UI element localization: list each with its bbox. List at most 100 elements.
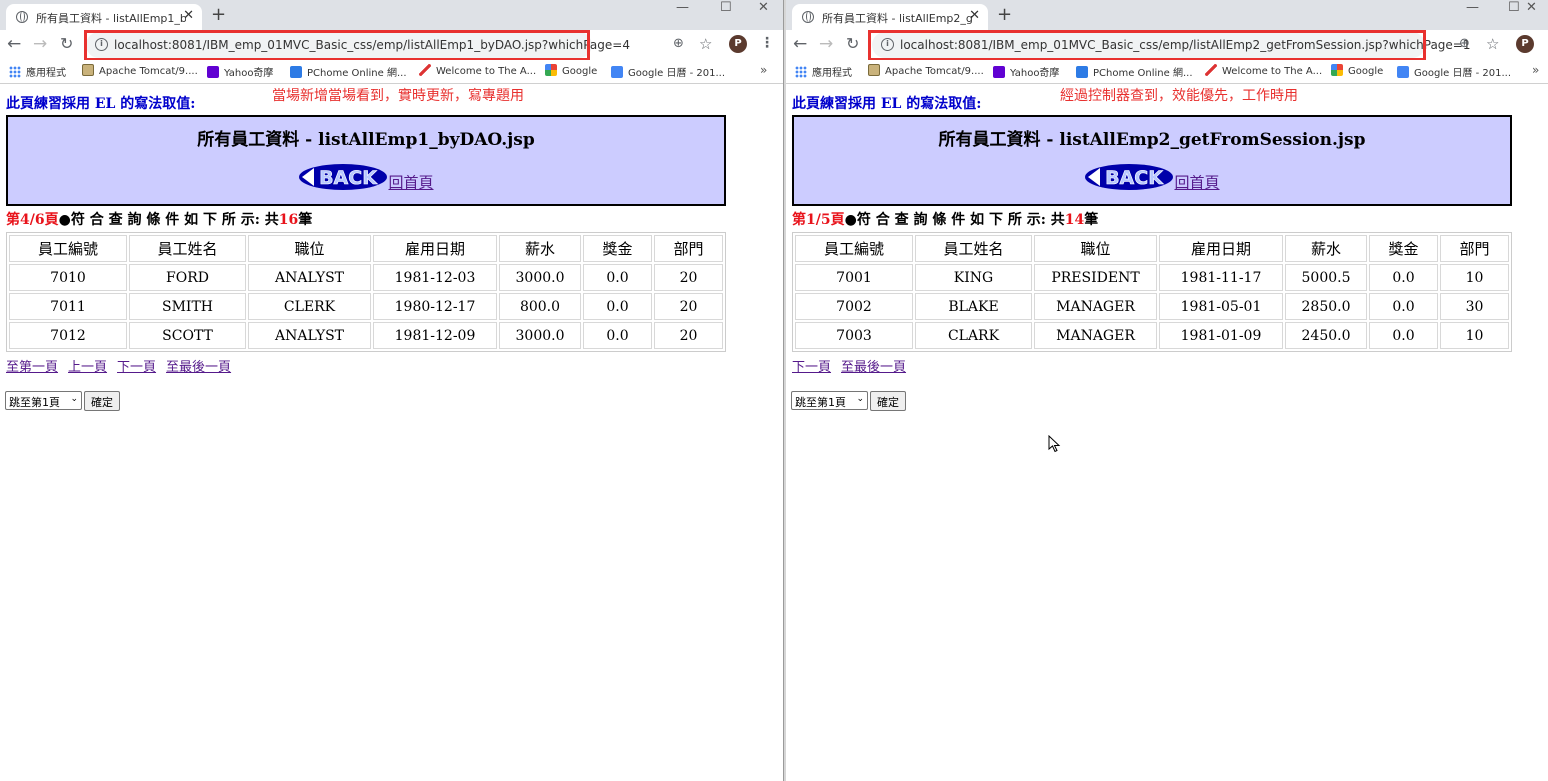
table-cell: MANAGER [1034,293,1157,320]
maximize-button[interactable]: ☐ [720,0,732,15]
pagination-link[interactable]: 下一頁 [792,360,831,375]
column-header: 薪水 [1285,235,1367,262]
back-arrow-icon[interactable]: ← [7,34,21,54]
employee-table: 員工編號 員工姓名 職位 雇用日期 薪水 獎金 部門 7001 KING PRESIDENT 19… [792,232,1512,352]
google-icon [545,64,557,76]
table-cell: CLERK [248,293,371,320]
pagination-link[interactable]: 至第一頁 [6,360,58,375]
column-header: 獎金 [1369,235,1438,262]
table-cell: 0.0 [583,322,652,349]
bookmark-star-icon[interactable]: ☆ [699,35,712,53]
table-header-row: 員工編號 員工姓名 職位 雇用日期 薪水 獎金 部門 [9,235,723,262]
minimize-button[interactable]: — [1466,0,1479,15]
bookmark-item[interactable]: Google [545,64,597,77]
new-tab-button[interactable]: + [211,4,226,25]
pagination: 下一頁 至最後一頁 [792,356,916,375]
bookmark-label: Google [1348,66,1384,77]
profile-avatar[interactable]: P [729,35,747,53]
table-cell: 800.0 [499,293,581,320]
back-arrow-icon[interactable]: ← [793,34,807,54]
page-select-value: 跳至第1頁 [9,396,60,409]
globe-icon [16,11,28,23]
zoom-icon[interactable]: ⊕ [673,36,684,51]
table-cell: SCOTT [129,322,246,349]
page-select[interactable]: 跳至第1頁 ⌄ [791,391,868,410]
bookmark-item[interactable]: Google [1331,64,1383,77]
close-tab-icon[interactable]: ✕ [969,8,980,23]
table-cell: 2450.0 [1285,322,1367,349]
close-window-button[interactable]: ✕ [1526,0,1537,15]
bookmark-item[interactable]: Google 日曆 - 201... [611,64,725,79]
bookmark-item[interactable]: Welcome to The A... [419,64,536,77]
table-cell: KING [915,264,1032,291]
apps-icon [795,66,807,78]
bookmark-item[interactable]: 應用程式 [9,64,66,79]
bookmark-item[interactable]: Apache Tomcat/9.... [82,64,198,77]
back-image[interactable]: BACK [1084,163,1174,191]
pagination-link[interactable]: 至最後一頁 [841,360,906,375]
close-window-button[interactable]: ✕ [758,0,769,15]
more-bookmarks-chevron-icon[interactable]: » [1532,63,1539,77]
page-criteria: ●符 合 查 詢 條 件 如 下 所 示: 共 [844,212,1065,228]
column-header: 雇用日期 [373,235,497,262]
bookmark-item[interactable]: Yahoo奇摩 [207,64,273,79]
table-cell: 7010 [9,264,127,291]
page-info: 第4/6頁●符 合 查 詢 條 件 如 下 所 示: 共16筆 [6,209,312,229]
pagination-link[interactable]: 至最後一頁 [166,360,231,375]
table-cell: 30 [1440,293,1509,320]
maximize-button[interactable]: ☐ [1508,0,1520,15]
new-tab-button[interactable]: + [997,4,1012,25]
close-tab-icon[interactable]: ✕ [183,8,194,23]
more-bookmarks-chevron-icon[interactable]: » [760,63,767,77]
table-cell: 1980-12-17 [373,293,497,320]
reload-icon[interactable]: ↻ [846,34,859,53]
calendar-icon [611,66,623,78]
confirm-button[interactable]: 確定 [870,390,906,411]
bookmark-star-icon[interactable]: ☆ [1486,35,1499,53]
page-criteria: ●符 合 查 詢 條 件 如 下 所 示: 共 [58,212,279,228]
employee-table: 員工編號 員工姓名 職位 雇用日期 薪水 獎金 部門 7010 FORD ANALYST 1981… [6,232,726,352]
browser-tab[interactable]: 所有員工資料 - listAllEmp2_getf ✕ [792,4,988,30]
bookmark-item[interactable]: Welcome to The A... [1205,64,1322,77]
pagination-link[interactable]: 下一頁 [117,360,156,375]
bookmark-item[interactable]: Apache Tomcat/9.... [868,64,984,77]
table-cell: 1981-01-09 [1159,322,1283,349]
browser-tab[interactable]: 所有員工資料 - listAllEmp1_byD ✕ [6,4,202,30]
back-image[interactable]: BACK [298,163,388,191]
chevron-down-icon: ⌄ [70,394,78,404]
forward-arrow-icon[interactable]: → [33,34,47,54]
reload-icon[interactable]: ↻ [60,34,73,53]
table-cell: 0.0 [1369,264,1438,291]
bookmark-item[interactable]: Yahoo奇摩 [993,64,1059,79]
table-cell: 7003 [795,322,913,349]
page-select[interactable]: 跳至第1頁 ⌄ [5,391,82,410]
yahoo-icon [993,66,1005,78]
table-cell: 5000.5 [1285,264,1367,291]
menu-kebab-icon[interactable]: ⋮ [1543,35,1548,51]
confirm-button[interactable]: 確定 [84,390,120,411]
zoom-icon[interactable]: ⊕ [1459,36,1470,51]
home-link[interactable]: 回首頁 [1174,174,1219,192]
minimize-button[interactable]: — [676,0,689,15]
menu-kebab-icon[interactable]: ⋮ [760,35,774,51]
bookmark-label: Google 日曆 - 201... [1414,68,1512,79]
table-cell: FORD [129,264,246,291]
bookmark-label: Welcome to The A... [1222,66,1323,77]
table-cell: SMITH [129,293,246,320]
profile-avatar[interactable]: P [1516,35,1534,53]
forward-arrow-icon[interactable]: → [819,34,833,54]
bookmark-item[interactable]: 應用程式 [795,64,852,79]
table-cell: 7011 [9,293,127,320]
record-count: 16 [278,212,299,228]
bookmark-item[interactable]: Google 日曆 - 201... [1397,64,1511,79]
column-header: 雇用日期 [1159,235,1283,262]
bookmark-label: PChome Online 網... [1093,68,1193,79]
table-cell: 3000.0 [499,264,581,291]
chevron-down-icon: ⌄ [856,394,864,404]
home-link[interactable]: 回首頁 [388,174,433,192]
page-header-box: 所有員工資料 - listAllEmp2_getFromSession.jsp … [792,115,1512,206]
bookmark-item[interactable]: PChome Online 網... [1076,64,1193,79]
bookmark-item[interactable]: PChome Online 網... [290,64,407,79]
pagination-link[interactable]: 上一頁 [68,360,107,375]
red-annotation: 經過控制器查到，效能優先，工作時用 [1060,88,1298,104]
